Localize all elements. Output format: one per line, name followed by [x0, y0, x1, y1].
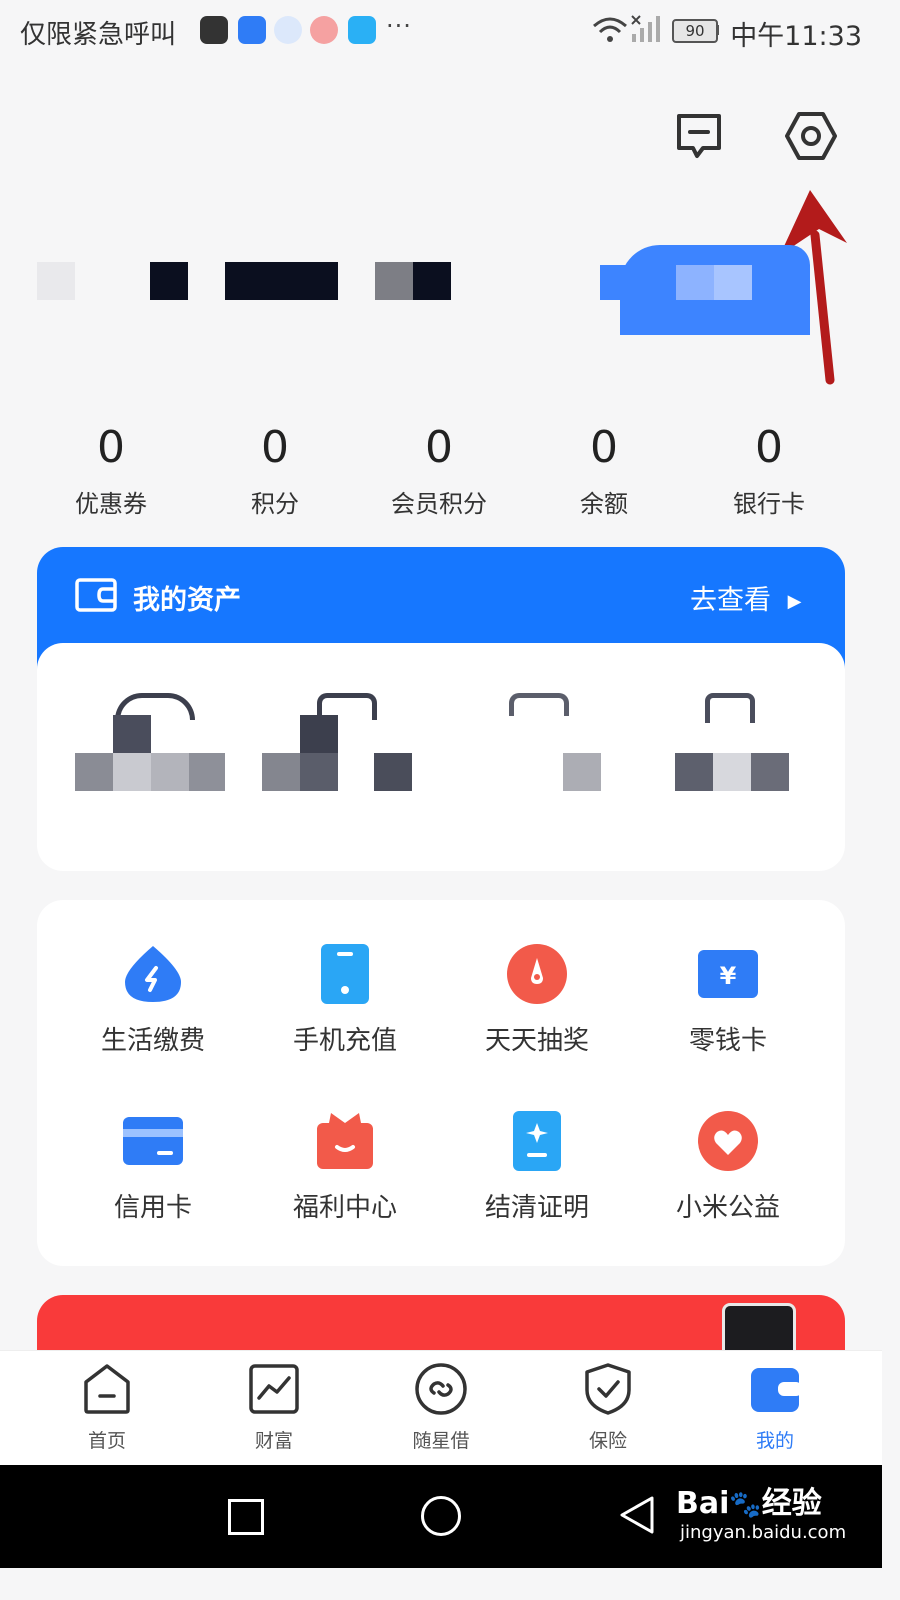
- asset-item-blurred[interactable]: [75, 693, 225, 823]
- stat-label: 会员积分: [391, 490, 487, 518]
- stat-bank-cards[interactable]: 0 银行卡: [694, 420, 844, 519]
- status-bar: 仅限紧急呼叫 ··· 90 中午11:33: [0, 0, 882, 60]
- shield-icon: [585, 1363, 631, 1415]
- assets-body: [37, 643, 845, 871]
- service-xiaomi-charity[interactable]: 小米公益: [638, 1111, 818, 1224]
- service-credit-card[interactable]: 信用卡: [63, 1111, 243, 1224]
- huawei-app-icon: [200, 16, 228, 44]
- asset-item-blurred[interactable]: [675, 693, 825, 823]
- service-daily-lottery[interactable]: 天天抽奖: [447, 944, 627, 1057]
- service-label: 零钱卡: [688, 1026, 767, 1056]
- service-settlement-proof[interactable]: 结清证明: [447, 1111, 627, 1224]
- browser-app-icon: [348, 16, 376, 44]
- wallet-icon: [751, 1368, 802, 1412]
- service-change-card[interactable]: ¥ 零钱卡: [638, 944, 818, 1057]
- service-label: 信用卡: [113, 1193, 192, 1223]
- wallet-app-icon: [310, 16, 338, 44]
- battery-tip: [716, 25, 719, 35]
- back-button[interactable]: [616, 1494, 658, 1536]
- service-label: 福利中心: [292, 1193, 397, 1223]
- assets-view-label: 去查看: [690, 585, 771, 616]
- tab-insurance[interactable]: 保险: [548, 1362, 668, 1453]
- service-welfare-center[interactable]: 福利中心: [255, 1111, 435, 1224]
- stat-value: 0: [425, 422, 453, 473]
- service-label: 手机充值: [292, 1026, 397, 1056]
- svg-text:¥: ¥: [720, 962, 737, 990]
- stat-member-points[interactable]: 0 会员积分: [364, 420, 514, 519]
- carrier-text: 仅限紧急呼叫: [20, 20, 177, 50]
- stat-value: 0: [261, 422, 289, 473]
- stat-points[interactable]: 0 积分: [200, 420, 350, 519]
- stat-value: 0: [755, 422, 783, 473]
- yuan-card-icon: ¥: [698, 950, 758, 998]
- no-signal-icon: [631, 15, 660, 42]
- heart-icon: [698, 1111, 758, 1171]
- network-app-icon: [274, 16, 302, 44]
- stat-value: 0: [590, 422, 618, 473]
- home-icon: [84, 1364, 130, 1414]
- tab-label: 保险: [588, 1430, 627, 1452]
- stat-coupons[interactable]: 0 优惠券: [36, 420, 186, 519]
- stat-value: 0: [97, 422, 125, 473]
- tab-label: 随星借: [412, 1430, 470, 1452]
- member-badge-blurred[interactable]: [600, 245, 815, 335]
- certificate-icon: [513, 1111, 561, 1171]
- tab-label: 我的: [755, 1430, 794, 1452]
- asset-item-blurred[interactable]: [262, 693, 412, 823]
- service-label: 小米公益: [675, 1193, 780, 1223]
- stat-label: 优惠券: [75, 490, 147, 518]
- tab-label: 财富: [254, 1430, 293, 1452]
- settings-icon[interactable]: [785, 110, 837, 162]
- clock: 中午11:33: [730, 21, 862, 52]
- tab-loan[interactable]: 随星借: [381, 1362, 501, 1453]
- watermark-logo: Bai🐾经验: [676, 1486, 822, 1521]
- stat-balance[interactable]: 0 余额: [529, 420, 679, 519]
- profile-name-blurred: [37, 250, 467, 310]
- asset-item-blurred[interactable]: [487, 693, 637, 823]
- home-button[interactable]: [421, 1496, 461, 1536]
- wallet-icon: [75, 578, 117, 612]
- wifi-icon: [593, 17, 627, 42]
- tab-mine[interactable]: 我的: [715, 1362, 835, 1453]
- stat-label: 银行卡: [733, 490, 805, 518]
- tab-wealth[interactable]: 财富: [214, 1362, 334, 1453]
- service-label: 生活缴费: [100, 1026, 205, 1056]
- play-arrow-icon: ▶: [787, 591, 802, 612]
- tab-label: 首页: [87, 1430, 126, 1452]
- gift-icon: [317, 1113, 373, 1169]
- battery-indicator: 90: [672, 19, 718, 43]
- credit-card-icon: [123, 1117, 183, 1165]
- water-drop-icon: [125, 946, 181, 1002]
- chart-icon: [249, 1364, 299, 1414]
- message-icon[interactable]: [673, 110, 725, 162]
- bulb-app-icon: [238, 16, 266, 44]
- more-notifications: ···: [386, 12, 412, 40]
- phone-icon: [321, 944, 369, 1004]
- assets-view-link[interactable]: 去查看 ▶: [690, 578, 801, 617]
- loan-icon: [415, 1363, 467, 1415]
- service-bill-payment[interactable]: 生活缴费: [63, 944, 243, 1057]
- service-phone-recharge[interactable]: 手机充值: [255, 944, 435, 1057]
- lottery-icon: [507, 944, 567, 1004]
- watermark-url: jingyan.baidu.com: [680, 1522, 847, 1543]
- service-label: 天天抽奖: [484, 1026, 589, 1056]
- stat-label: 积分: [251, 490, 299, 518]
- recent-apps-button[interactable]: [228, 1499, 264, 1535]
- stat-label: 余额: [580, 490, 628, 518]
- tab-home[interactable]: 首页: [47, 1362, 167, 1453]
- assets-title: 我的资产: [133, 585, 241, 616]
- service-label: 结清证明: [484, 1193, 589, 1223]
